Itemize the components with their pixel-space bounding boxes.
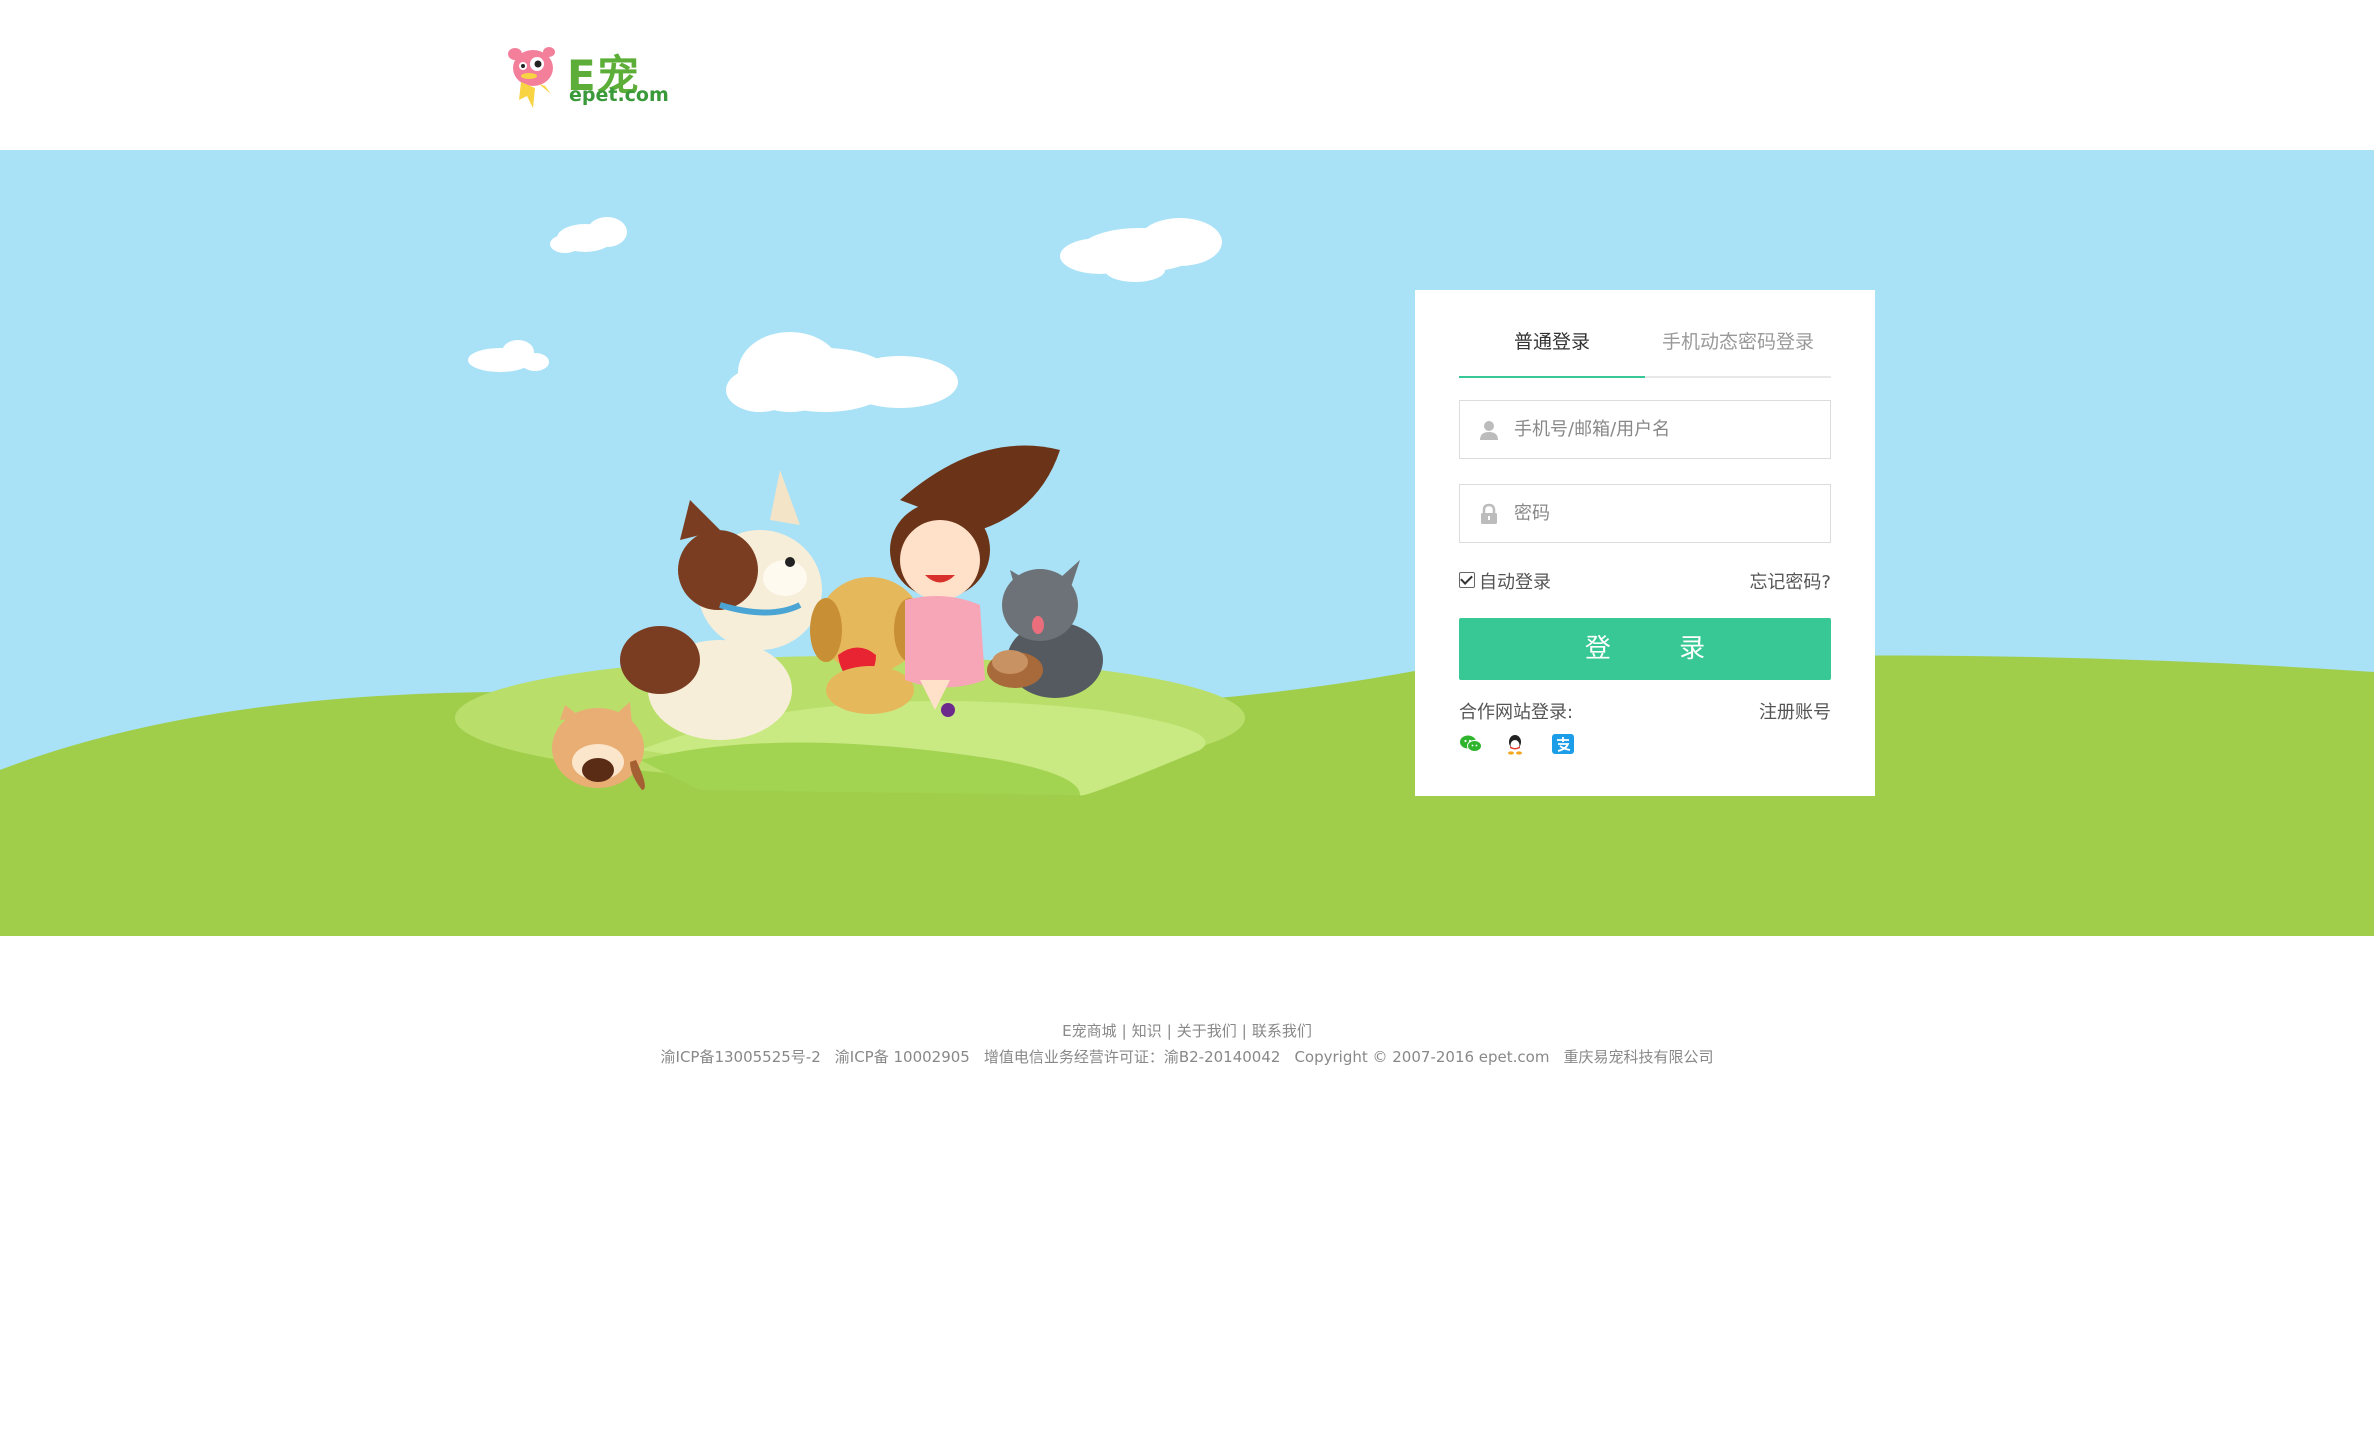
footer-separator: | [1166,1022,1172,1040]
login-panel: 普通登录 手机动态密码登录 自动登录 忘记密码? 登 录 合作网站登录: 注册账… [1415,290,1875,796]
site-footer: E宠商城 | 知识 | 关于我们 | 联系我们 渝ICP备13005525号-2 渝ICP备 … [0,1018,2374,1070]
footer-link-mall[interactable]: E宠商城 [1062,1022,1116,1040]
footer-company: 重庆易宠科技有限公司 [1563,1048,1714,1066]
alipay-icon[interactable] [1551,732,1575,756]
auto-login-label[interactable]: 自动登录 [1479,568,1551,594]
partner-login-row: 合作网站登录: 注册账号 [1459,698,1831,724]
footer-icp-2: 渝ICP备 10002905 [834,1048,970,1066]
username-input[interactable] [1514,401,1814,458]
footer-link-about[interactable]: 关于我们 [1177,1022,1237,1040]
login-tabs: 普通登录 手机动态密码登录 [1459,322,1831,378]
auto-login-row: 自动登录 忘记密码? [1459,568,1831,594]
footer-separator: | [1241,1022,1247,1040]
footer-icp-1: 渝ICP备13005525号-2 [660,1048,821,1066]
password-field [1459,484,1831,543]
logo-domain: epet.com [569,84,669,106]
auto-login-checkbox[interactable] [1459,572,1475,588]
password-input[interactable] [1514,485,1814,542]
tab-sms-login[interactable]: 手机动态密码登录 [1645,322,1831,376]
user-icon [1480,421,1498,440]
hero-illustration [0,217,2374,936]
footer-separator: | [1121,1022,1127,1040]
partner-login-label: 合作网站登录: [1459,702,1574,723]
register-link[interactable]: 注册账号 [1759,698,1831,724]
footer-legal: 渝ICP备13005525号-2 渝ICP备 10002905 增值电信业务经营许可… [0,1044,2374,1070]
footer-link-knowledge[interactable]: 知识 [1132,1022,1162,1040]
lock-icon [1481,503,1497,524]
wechat-icon[interactable] [1459,732,1483,756]
forgot-password-link[interactable]: 忘记密码? [1749,568,1831,594]
footer-copyright: Copyright © 2007-2016 epet.com [1294,1048,1550,1066]
site-header: E宠 epet.com [0,0,2374,150]
mascot-logo-icon [508,47,555,108]
qq-icon[interactable] [1503,732,1527,756]
username-field [1459,400,1831,459]
site-logo[interactable]: E宠 epet.com [505,38,669,110]
hero-banner [0,150,2374,936]
footer-link-contact[interactable]: 联系我们 [1252,1022,1312,1040]
login-button[interactable]: 登 录 [1459,618,1831,680]
tab-normal-login[interactable]: 普通登录 [1459,322,1645,378]
cloud-shape [468,217,1222,412]
footer-license: 增值电信业务经营许可证：渝B2-20140042 [983,1048,1281,1066]
footer-links: E宠商城 | 知识 | 关于我们 | 联系我们 [0,1018,2374,1044]
